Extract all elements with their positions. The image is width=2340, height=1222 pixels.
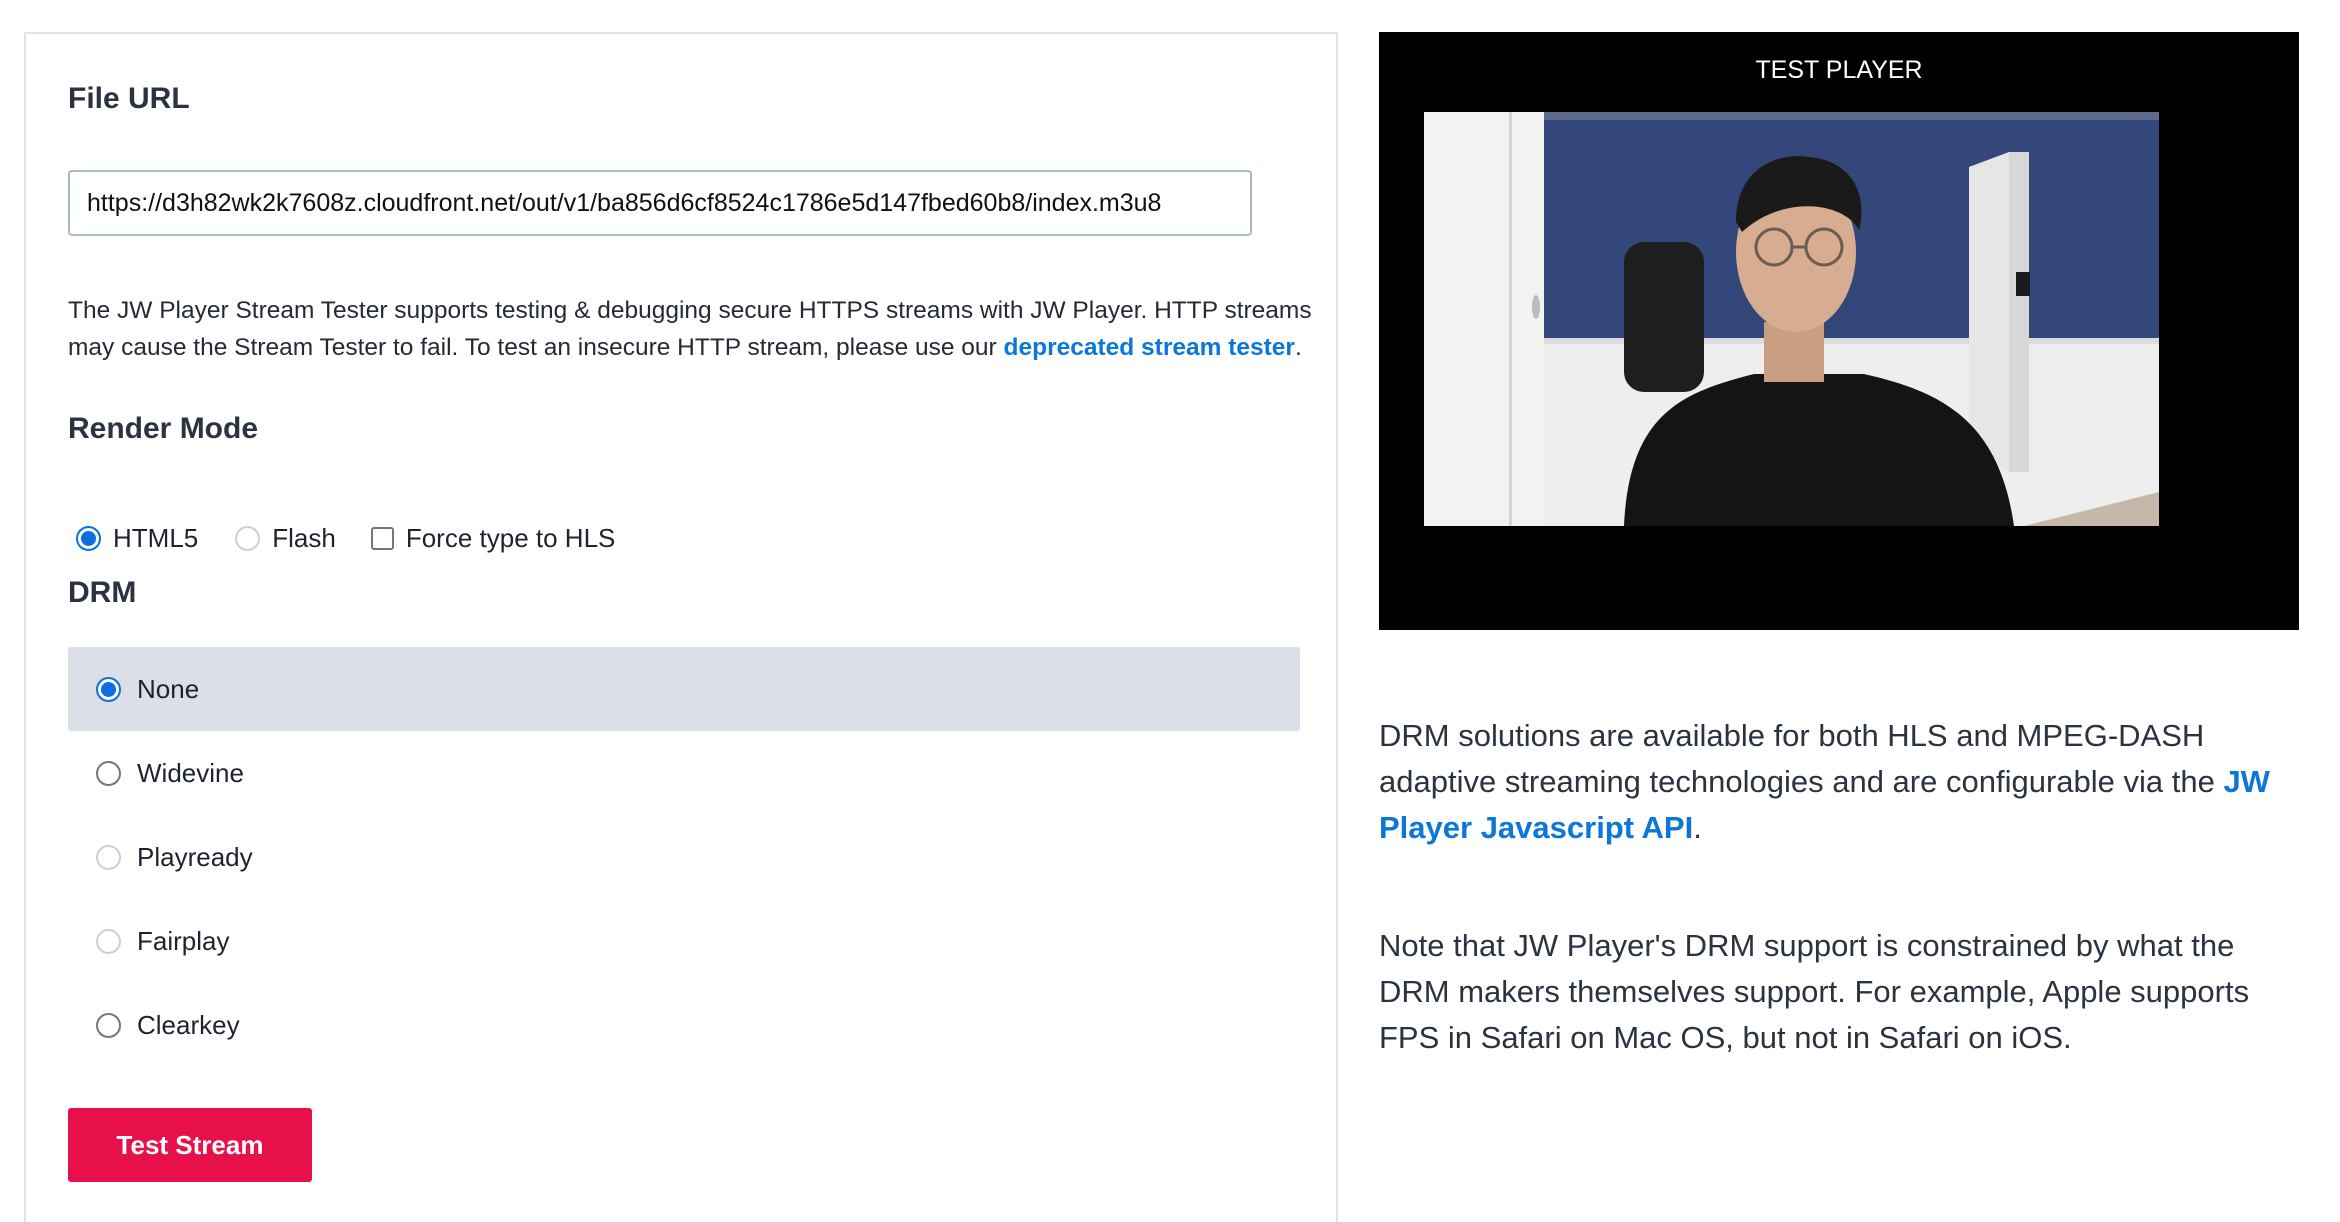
flash-label: Flash [272, 522, 336, 553]
render-option-force-hls[interactable]: Force type to HLS [370, 522, 616, 554]
drm-fairplay-label: Fairplay [137, 925, 230, 956]
drm-option-playready[interactable]: Playready [68, 815, 1300, 899]
drm-none-radio[interactable] [96, 676, 121, 702]
drm-playready-radio[interactable] [96, 844, 121, 870]
player-title: TEST PLAYER [1755, 56, 1923, 84]
drm-option-none[interactable]: None [68, 647, 1300, 731]
force-hls-checkbox[interactable] [370, 526, 394, 550]
drm-clearkey-radio[interactable] [96, 1012, 121, 1038]
drm-playready-label: Playready [137, 841, 253, 872]
drm-heading: DRM [68, 576, 137, 609]
flash-radio[interactable] [235, 525, 261, 551]
test-player[interactable]: TEST PLAYER [1379, 32, 2299, 630]
render-mode-heading: Render Mode [68, 412, 259, 445]
html5-radio[interactable] [76, 525, 101, 551]
drm-option-clearkey[interactable]: Clearkey [68, 983, 1300, 1067]
drm-info-period: . [1693, 810, 1702, 845]
render-option-flash[interactable]: Flash [235, 523, 336, 554]
file-url-heading: File URL [68, 82, 190, 115]
file-url-input[interactable] [68, 170, 1252, 236]
video-frame[interactable] [1424, 112, 2159, 526]
drm-none-label: None [137, 673, 200, 704]
test-stream-button[interactable]: Test Stream [68, 1108, 312, 1182]
drm-info-paragraph: DRM solutions are available for both HLS… [1379, 713, 2299, 851]
deprecated-stream-tester-link[interactable]: deprecated stream tester [1004, 334, 1295, 361]
stream-tester-description: The JW Player Stream Tester supports tes… [68, 292, 1318, 366]
drm-info-text: DRM solutions are available for both HLS… [1379, 718, 2224, 799]
drm-note-paragraph: Note that JW Player's DRM support is con… [1379, 928, 2250, 1055]
drm-widevine-radio[interactable] [96, 760, 121, 786]
drm-widevine-label: Widevine [137, 757, 244, 788]
html5-label: HTML5 [113, 522, 199, 553]
drm-fairplay-radio[interactable] [96, 928, 121, 954]
drm-clearkey-label: Clearkey [137, 1009, 240, 1040]
render-mode-options: HTML5 Flash Force type to HLS [76, 518, 615, 558]
render-option-html5[interactable]: HTML5 [76, 523, 198, 554]
description-period: . [1294, 334, 1302, 361]
drm-option-fairplay[interactable]: Fairplay [68, 899, 1300, 983]
video-thumbnail-image [1424, 112, 2159, 526]
drm-option-widevine[interactable]: Widevine [68, 731, 1300, 815]
force-hls-label: Force type to HLS [405, 522, 616, 553]
stream-settings-panel: File URL The JW Player Stream Tester sup… [24, 32, 1338, 1222]
